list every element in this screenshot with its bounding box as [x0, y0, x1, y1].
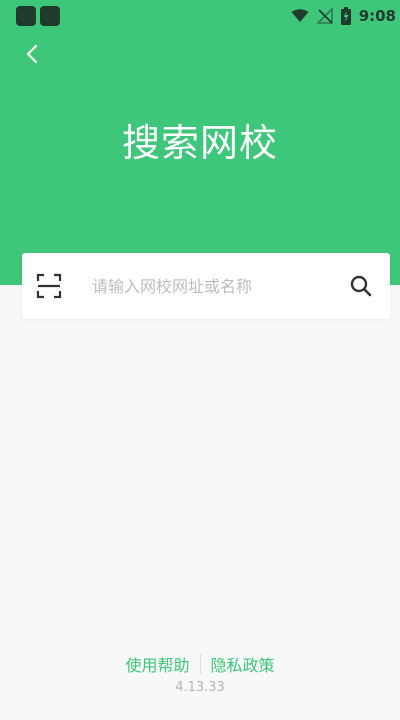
scan-icon [36, 273, 62, 299]
notification-icon [16, 6, 36, 26]
privacy-policy-link[interactable]: 隐私政策 [211, 652, 275, 676]
search-button[interactable] [348, 273, 374, 299]
search-input[interactable] [92, 271, 332, 301]
status-bar: 9:08 [0, 0, 400, 32]
back-button[interactable] [16, 38, 48, 70]
battery-charging-icon [340, 7, 351, 25]
scan-button[interactable] [36, 273, 62, 299]
app-version: 4.13.33 [175, 680, 225, 695]
no-signal-icon [316, 8, 333, 24]
search-school-screen: 9:08 搜索网校 使用帮 [0, 0, 400, 720]
search-card [22, 253, 390, 319]
page-title: 搜索网校 [121, 121, 278, 165]
header-banner: 9:08 搜索网校 [0, 0, 400, 285]
search-icon [350, 275, 372, 297]
footer-links: 使用帮助 隐私政策 [0, 652, 400, 676]
status-time: 9:08 [358, 7, 396, 25]
footer-divider [199, 654, 201, 674]
chevron-left-icon [26, 44, 38, 64]
help-link[interactable]: 使用帮助 [125, 652, 189, 676]
status-indicators: 9:08 [291, 4, 396, 28]
wifi-icon [291, 9, 309, 23]
notification-icon [40, 6, 60, 26]
